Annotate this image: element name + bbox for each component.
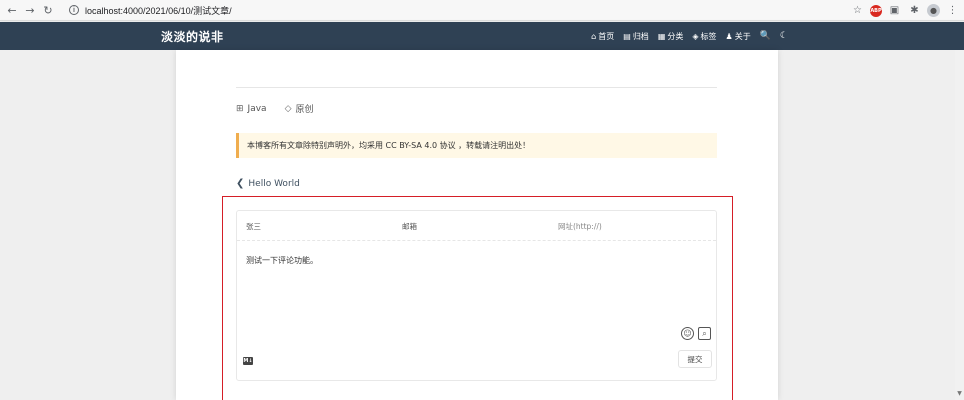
- extensions-icon[interactable]: ✱: [907, 3, 922, 18]
- submit-button[interactable]: 提交: [678, 350, 712, 368]
- bookmark-star-icon[interactable]: ☆: [850, 3, 865, 18]
- profile-avatar-icon[interactable]: ●: [927, 4, 940, 17]
- home-icon: ⌂: [591, 31, 597, 41]
- page-background-right: [778, 50, 964, 400]
- tags-icon: ◈: [692, 31, 699, 41]
- nav-item-home[interactable]: ⌂ 首页: [591, 31, 614, 42]
- nav-item-label: 关于: [734, 31, 751, 41]
- site-navbar: 淡淡的说非 ⌂ 首页 ▤ 归档 ▦ 分类 ◈ 标签 ♟ 关于 🔍 ☾: [0, 22, 964, 50]
- chevron-left-icon: ❮: [236, 178, 245, 189]
- archive-icon: ▤: [623, 31, 631, 41]
- email-field[interactable]: 邮箱: [402, 211, 417, 241]
- license-notice: 本博客所有文章除特别声明外，均采用 CC BY-SA 4.0 协议 ，转载请注明…: [236, 133, 717, 158]
- comment-form: 张三 邮箱 网址(http://) 测试一下评论功能。 ☺ ⌕ M↓ 提交: [236, 210, 717, 381]
- nav-item-tags[interactable]: ◈ 标签: [692, 31, 716, 42]
- license-text: 本博客所有文章除特别声明外，均采用 CC BY-SA 4.0 协议 ，转载请注明…: [247, 141, 531, 150]
- back-arrow-icon[interactable]: ←: [3, 1, 21, 19]
- browser-toolbar: ← → ↻ i localhost:4000/2021/06/10/测试文章/ …: [0, 0, 964, 21]
- post-meta: ⊞ Java ◇ 原创: [236, 102, 314, 116]
- site-info-icon[interactable]: i: [69, 5, 79, 15]
- markdown-icon[interactable]: M↓: [243, 357, 253, 365]
- address-bar[interactable]: i localhost:4000/2021/06/10/测试文章/: [63, 2, 845, 19]
- comment-tools: ☺ ⌕: [681, 327, 711, 340]
- categories-icon: ▦: [657, 31, 666, 41]
- nav-item-about[interactable]: ♟ 关于: [726, 31, 751, 42]
- nav-item-label: 分类: [667, 31, 684, 41]
- nav-item-label: 标签: [700, 31, 717, 41]
- nav-item-label: 首页: [598, 31, 615, 41]
- dark-mode-moon-icon[interactable]: ☾: [780, 31, 788, 41]
- search-icon[interactable]: 🔍: [760, 31, 771, 41]
- nav-item-archive[interactable]: ▤ 归档: [623, 31, 649, 42]
- forward-arrow-icon[interactable]: →: [21, 1, 39, 19]
- post-category-link[interactable]: Java: [248, 104, 267, 114]
- url-text: localhost:4000/2021/06/10/测试文章/: [85, 5, 232, 16]
- nav-menu: ⌂ 首页 ▤ 归档 ▦ 分类 ◈ 标签 ♟ 关于 🔍 ☾: [591, 22, 788, 50]
- nav-item-categories[interactable]: ▦ 分类: [658, 31, 684, 42]
- page-background-left: [0, 50, 176, 400]
- prev-post-link[interactable]: ❮ Hello World: [236, 178, 300, 189]
- category-icon: ⊞: [236, 103, 244, 114]
- reload-icon[interactable]: ↻: [39, 1, 57, 19]
- emoji-icon[interactable]: ☺: [681, 327, 694, 340]
- scroll-down-icon[interactable]: ▼: [956, 390, 963, 400]
- browser-actions: ☆ ABP ▣ ✱ ● ⋮: [850, 2, 960, 19]
- prev-post-title: Hello World: [248, 178, 300, 189]
- adblock-icon[interactable]: ABP: [870, 4, 882, 17]
- nav-item-label: 归档: [632, 31, 649, 41]
- cast-icon[interactable]: ▣: [887, 3, 902, 18]
- preview-icon[interactable]: ⌕: [698, 327, 711, 340]
- user-icon: ♟: [725, 31, 733, 41]
- site-brand[interactable]: 淡淡的说非: [161, 28, 224, 45]
- post-divider: [236, 87, 717, 88]
- tag-icon: ◇: [284, 103, 292, 114]
- comment-textarea[interactable]: 测试一下评论功能。: [246, 255, 318, 266]
- nickname-field[interactable]: 张三: [246, 211, 261, 241]
- browser-menu-icon[interactable]: ⋮: [945, 3, 960, 18]
- page-scrollbar[interactable]: ▼: [955, 50, 964, 400]
- comment-fields-row: 张三 邮箱 网址(http://): [237, 211, 716, 241]
- website-field[interactable]: 网址(http://): [558, 211, 602, 241]
- post-tag-link[interactable]: 原创: [295, 102, 313, 115]
